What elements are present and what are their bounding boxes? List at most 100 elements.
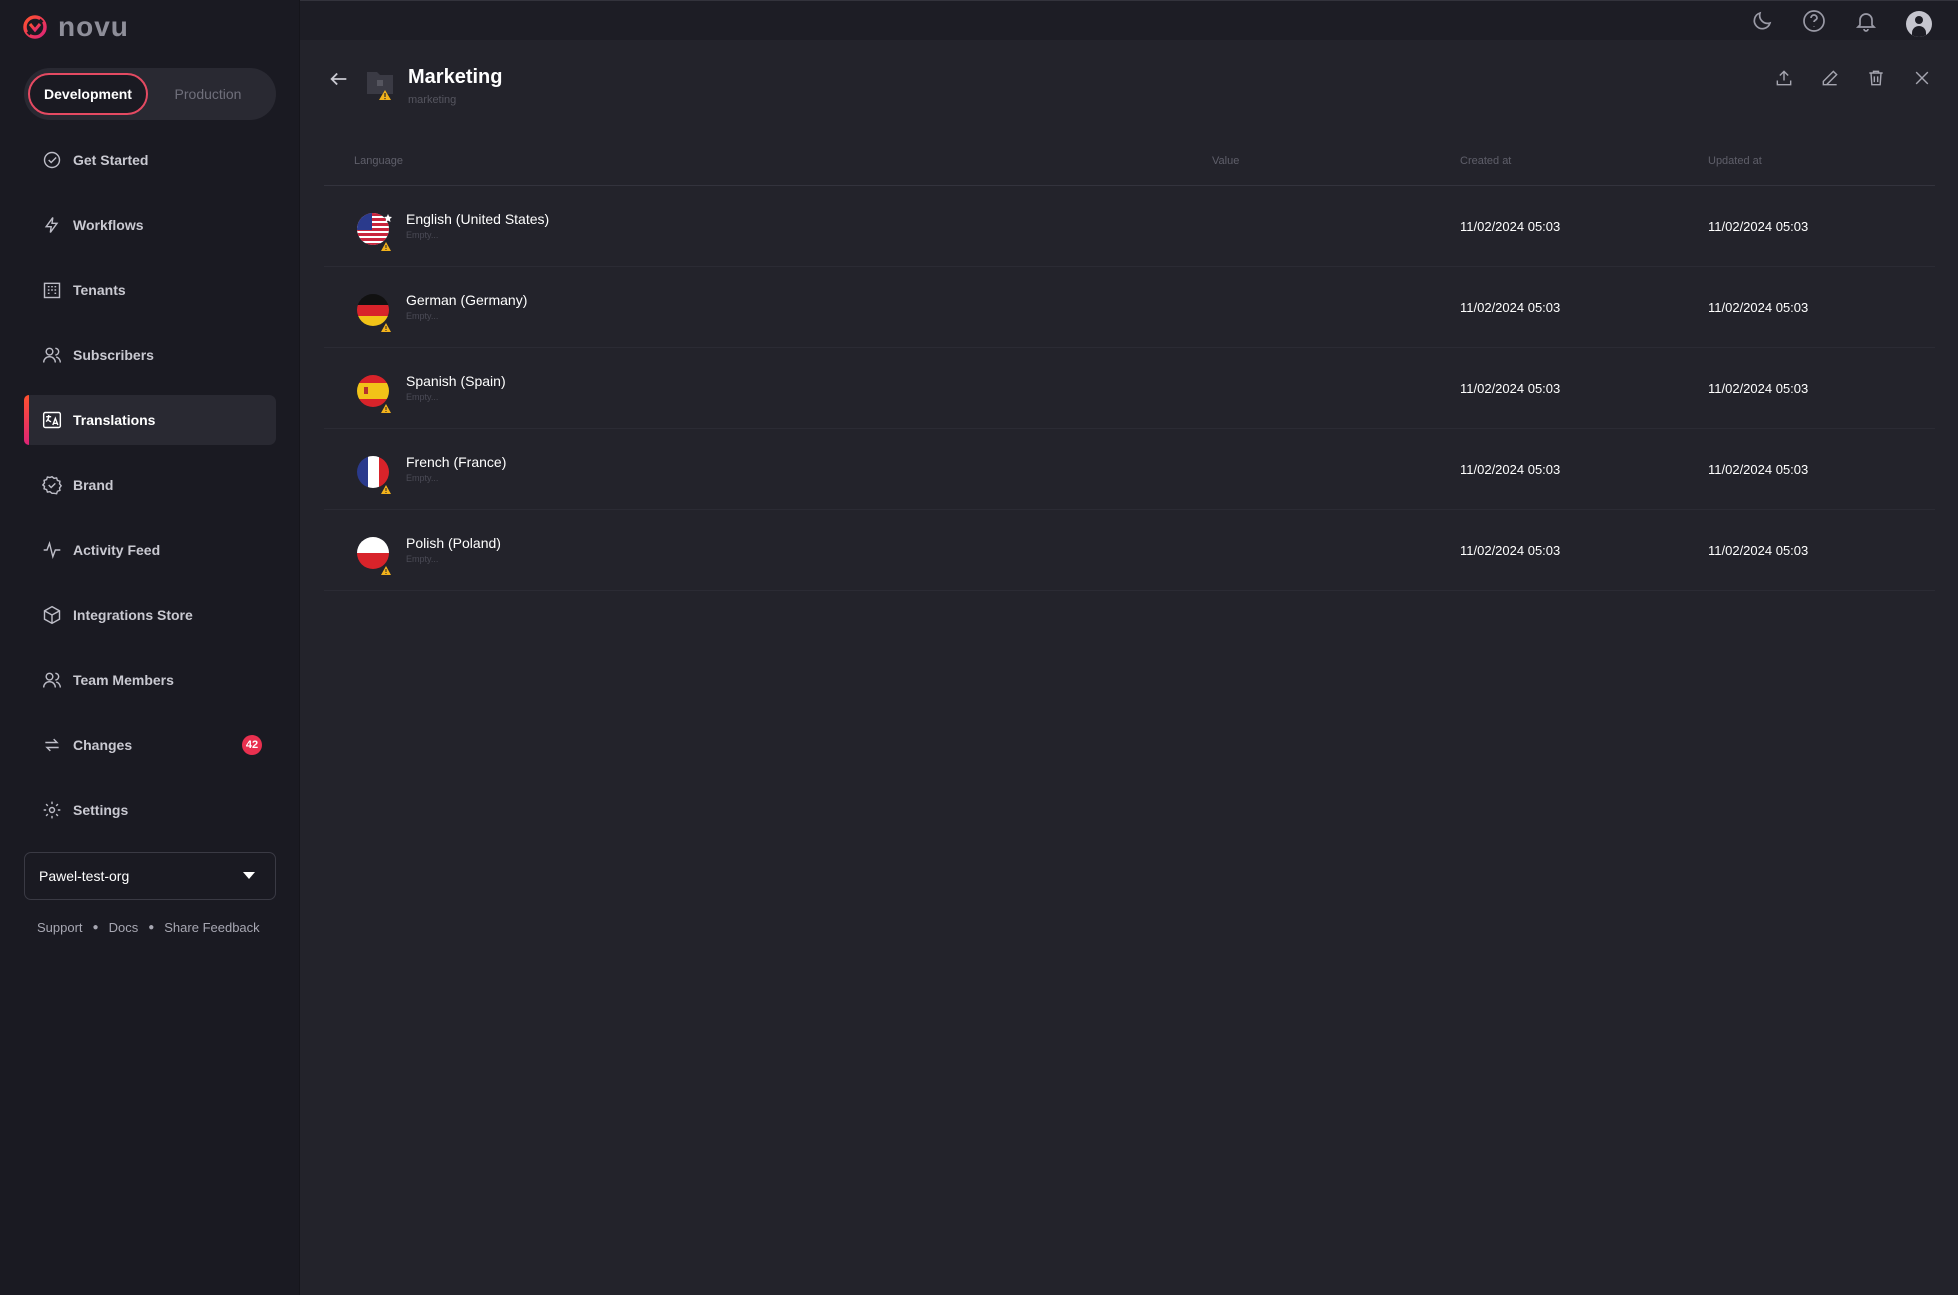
team-icon [42, 670, 62, 690]
box-icon [42, 605, 62, 625]
sidebar-item-integrations-store[interactable]: Integrations Store [24, 590, 276, 640]
organization-select[interactable]: Pawel-test-org [24, 852, 276, 900]
edit-icon[interactable] [1820, 68, 1840, 93]
warning-icon [381, 319, 391, 337]
chevron-down-icon [243, 872, 255, 879]
updated-at: 11/02/2024 05:03 [1708, 219, 1809, 234]
users-icon [42, 345, 62, 365]
share-feedback-link[interactable]: Share Feedback [164, 920, 259, 935]
table-row[interactable]: Spanish (Spain) Empty... 11/02/2024 05:0… [324, 348, 1935, 429]
badge-check-icon [42, 475, 62, 495]
organization-name: Pawel-test-org [39, 868, 130, 884]
sidebar-item-translations[interactable]: Translations [24, 395, 276, 445]
table-header: Language Value Created at Updated at [324, 150, 1935, 186]
sidebar-item-label: Get Started [73, 152, 149, 168]
created-at: 11/02/2024 05:03 [1460, 219, 1561, 234]
page-title: Marketing [408, 66, 503, 88]
language-name: Polish (Poland) [406, 535, 501, 551]
translation-value: Empty... [406, 311, 439, 321]
sidebar-item-label: Subscribers [73, 347, 154, 363]
bolt-icon [42, 215, 62, 235]
top-bar-icons [1750, 9, 1932, 38]
table-row[interactable]: English (United States) Empty... 11/02/2… [324, 186, 1935, 267]
sidebar-item-label: Changes [73, 737, 133, 753]
help-icon[interactable] [1802, 9, 1826, 38]
translation-value: Empty... [406, 392, 439, 402]
created-at: 11/02/2024 05:03 [1460, 300, 1561, 315]
sidebar-item-label: Settings [73, 802, 129, 818]
column-header-updated-at[interactable]: Updated at [1708, 155, 1762, 167]
footer-links: Support ● Docs ● Share Feedback [37, 920, 260, 935]
column-header-created-at[interactable]: Created at [1460, 155, 1511, 167]
sidebar-item-label: Activity Feed [73, 542, 161, 558]
sidebar-item-settings[interactable]: Settings [24, 785, 276, 835]
building-icon [42, 280, 62, 300]
translation-value: Empty... [406, 554, 439, 564]
novu-logo-icon [23, 15, 47, 39]
separator-dot: ● [148, 922, 155, 933]
warning-icon [381, 481, 391, 499]
sidebar-item-get-started[interactable]: Get Started [24, 135, 276, 185]
language-name: English (United States) [406, 211, 550, 227]
sidebar-item-label: Tenants [73, 282, 126, 298]
created-at: 11/02/2024 05:03 [1460, 381, 1561, 396]
sidebar-item-activity-feed[interactable]: Activity Feed [24, 525, 276, 575]
sidebar-item-subscribers[interactable]: Subscribers [24, 330, 276, 380]
sidebar-item-team-members[interactable]: Team Members [24, 655, 276, 705]
warning-icon [381, 562, 391, 580]
trash-icon[interactable] [1866, 68, 1886, 93]
sidebar-item-label: Workflows [73, 217, 144, 233]
back-arrow-icon[interactable] [328, 68, 350, 95]
avatar[interactable] [1906, 10, 1932, 37]
upload-icon[interactable] [1774, 68, 1794, 93]
default-star-icon [384, 209, 392, 222]
close-icon[interactable] [1912, 68, 1932, 93]
updated-at: 11/02/2024 05:03 [1708, 543, 1809, 558]
sidebar-item-brand[interactable]: Brand [24, 460, 276, 510]
table-row[interactable]: Polish (Poland) Empty... 11/02/2024 05:0… [324, 510, 1935, 591]
changes-count-badge: 42 [242, 735, 262, 755]
language-name: French (France) [406, 454, 507, 470]
moon-icon[interactable] [1750, 9, 1774, 38]
warning-icon [381, 400, 391, 418]
updated-at: 11/02/2024 05:03 [1708, 381, 1809, 396]
sidebar-item-label: Brand [73, 477, 114, 493]
warning-icon [381, 238, 391, 256]
language-name: German (Germany) [406, 292, 528, 308]
translations-table: Language Value Created at Updated at Eng… [324, 150, 1935, 591]
translation-value: Empty... [406, 230, 439, 240]
updated-at: 11/02/2024 05:03 [1708, 462, 1809, 477]
translate-icon [42, 410, 62, 430]
header-actions [1774, 68, 1932, 93]
sidebar-item-workflows[interactable]: Workflows [24, 200, 276, 250]
table-row[interactable]: French (France) Empty... 11/02/2024 05:0… [324, 429, 1935, 510]
folder-warning-icon [365, 66, 395, 102]
sidebar-item-label: Team Members [73, 672, 174, 688]
env-production-button[interactable]: Production [148, 73, 268, 115]
updated-at: 11/02/2024 05:03 [1708, 300, 1809, 315]
activity-icon [42, 540, 62, 560]
sidebar: novu Development Production Get Started … [0, 0, 300, 1295]
environment-toggle: Development Production [24, 68, 276, 120]
brand-name: novu [58, 11, 129, 42]
env-development-button[interactable]: Development [28, 73, 148, 115]
refresh-icon [42, 735, 62, 755]
column-header-value[interactable]: Value [1212, 155, 1239, 167]
check-circle-icon [42, 150, 62, 170]
table-row[interactable]: German (Germany) Empty... 11/02/2024 05:… [324, 267, 1935, 348]
top-bar [300, 0, 1958, 40]
support-link[interactable]: Support [37, 920, 83, 935]
created-at: 11/02/2024 05:03 [1460, 462, 1561, 477]
sidebar-item-label: Translations [73, 412, 156, 428]
sidebar-item-changes[interactable]: Changes 42 [24, 720, 276, 770]
logo[interactable]: novu [22, 11, 129, 42]
separator-dot: ● [92, 922, 99, 933]
docs-link[interactable]: Docs [109, 920, 139, 935]
column-header-language[interactable]: Language [354, 155, 403, 167]
translation-value: Empty... [406, 473, 439, 483]
gear-icon [42, 800, 62, 820]
bell-icon[interactable] [1854, 9, 1878, 38]
language-name: Spanish (Spain) [406, 373, 506, 389]
sidebar-item-tenants[interactable]: Tenants [24, 265, 276, 315]
created-at: 11/02/2024 05:03 [1460, 543, 1561, 558]
